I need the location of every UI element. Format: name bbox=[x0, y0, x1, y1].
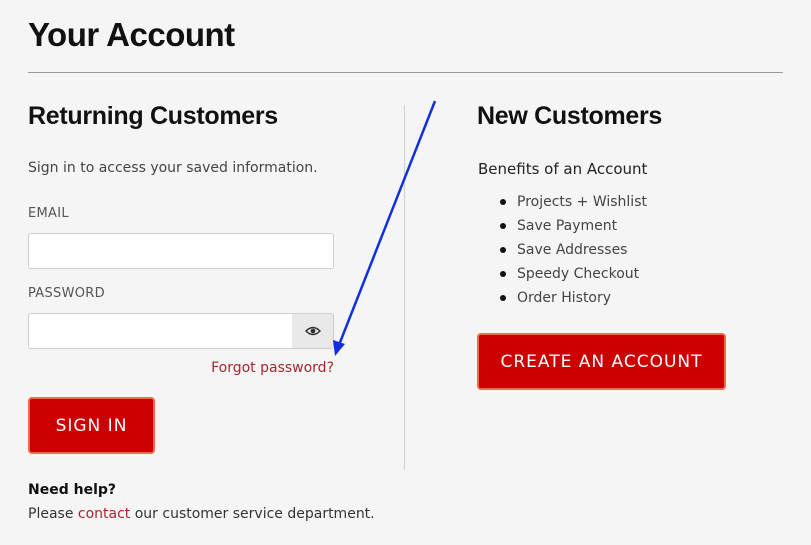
eye-icon bbox=[304, 326, 321, 336]
email-label: EMAIL bbox=[28, 206, 69, 221]
email-field[interactable] bbox=[28, 233, 334, 269]
forgot-password-link[interactable]: Forgot password? bbox=[211, 360, 334, 376]
returning-customers-heading: Returning Customers bbox=[28, 102, 278, 130]
benefit-item: Speedy Checkout bbox=[478, 262, 647, 286]
password-label: PASSWORD bbox=[28, 286, 105, 301]
password-field[interactable] bbox=[28, 313, 293, 349]
title-divider bbox=[28, 72, 783, 73]
help-text: Please contact our customer service depa… bbox=[28, 506, 375, 522]
column-divider bbox=[404, 105, 405, 470]
benefit-item: Order History bbox=[478, 286, 647, 310]
account-page: Your Account Returning Customers Sign in… bbox=[0, 0, 811, 545]
new-customers-heading: New Customers bbox=[477, 102, 663, 130]
create-account-button[interactable]: CREATE AN ACCOUNT bbox=[477, 333, 726, 390]
show-password-button[interactable] bbox=[292, 313, 334, 349]
benefit-item: Save Payment bbox=[478, 214, 647, 238]
benefits-list: Projects + Wishlist Save Payment Save Ad… bbox=[478, 190, 647, 310]
help-text-prefix: Please bbox=[28, 506, 78, 522]
need-help-heading: Need help? bbox=[28, 482, 117, 498]
annotation-arrow bbox=[333, 100, 437, 356]
benefits-title: Benefits of an Account bbox=[478, 160, 648, 178]
signin-intro-text: Sign in to access your saved information… bbox=[28, 160, 318, 176]
sign-in-button[interactable]: SIGN IN bbox=[28, 397, 155, 454]
benefit-item: Save Addresses bbox=[478, 238, 647, 262]
page-title: Your Account bbox=[28, 16, 235, 53]
contact-link[interactable]: contact bbox=[78, 506, 130, 522]
help-text-suffix: our customer service department. bbox=[130, 506, 375, 522]
benefit-item: Projects + Wishlist bbox=[478, 190, 647, 214]
